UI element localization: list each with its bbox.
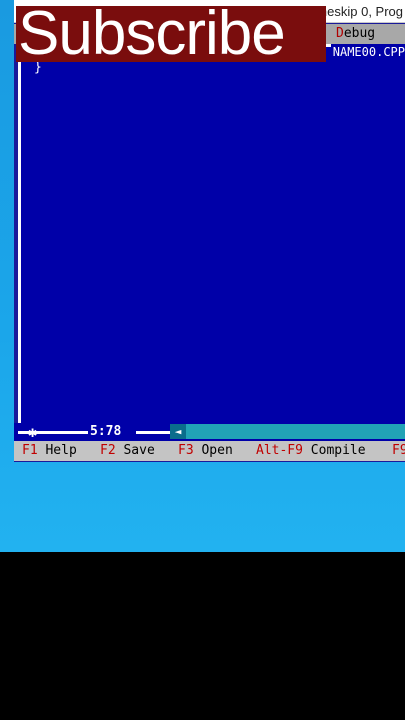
horizontal-scrollbar[interactable]: ◄ — [170, 424, 405, 439]
scroll-left-arrow-icon[interactable]: ◄ — [170, 424, 186, 439]
help-item-help[interactable]: F1 Help — [22, 443, 77, 458]
desktop-background: meskip 0, Prog e Debug NAME00.CPP } ✱ 5:… — [0, 0, 405, 552]
turbo-c-window[interactable]: meskip 0, Prog e Debug NAME00.CPP } ✱ 5:… — [14, 0, 405, 462]
modified-indicator-icon: ✱ — [28, 423, 38, 441]
help-item-open[interactable]: F3 Open — [178, 443, 233, 458]
help-item-run[interactable]: F9 — [392, 443, 405, 458]
status-line-right — [136, 431, 170, 434]
editor-pane[interactable]: NAME00.CPP } — [18, 44, 405, 438]
editor-status-row: ✱ 5:78 ◄ — [14, 423, 405, 441]
help-bar: F1 Help F2 Save F3 Open Alt-F9 Compile F… — [14, 441, 405, 461]
code-line[interactable]: } — [34, 60, 42, 75]
file-name-label: NAME00.CPP — [330, 44, 405, 60]
cursor-position: 5:78 — [90, 424, 122, 439]
subscribe-text: Subscribe — [18, 6, 286, 62]
help-item-save[interactable]: F2 Save — [100, 443, 155, 458]
editor-frame-left — [18, 44, 21, 436]
help-item-compile[interactable]: Alt-F9 Compile — [256, 443, 366, 458]
subscribe-banner[interactable]: Subscribe — [16, 6, 326, 62]
window-title: meskip 0, Prog — [316, 4, 403, 19]
menu-item-debug[interactable]: Debug — [336, 26, 375, 41]
